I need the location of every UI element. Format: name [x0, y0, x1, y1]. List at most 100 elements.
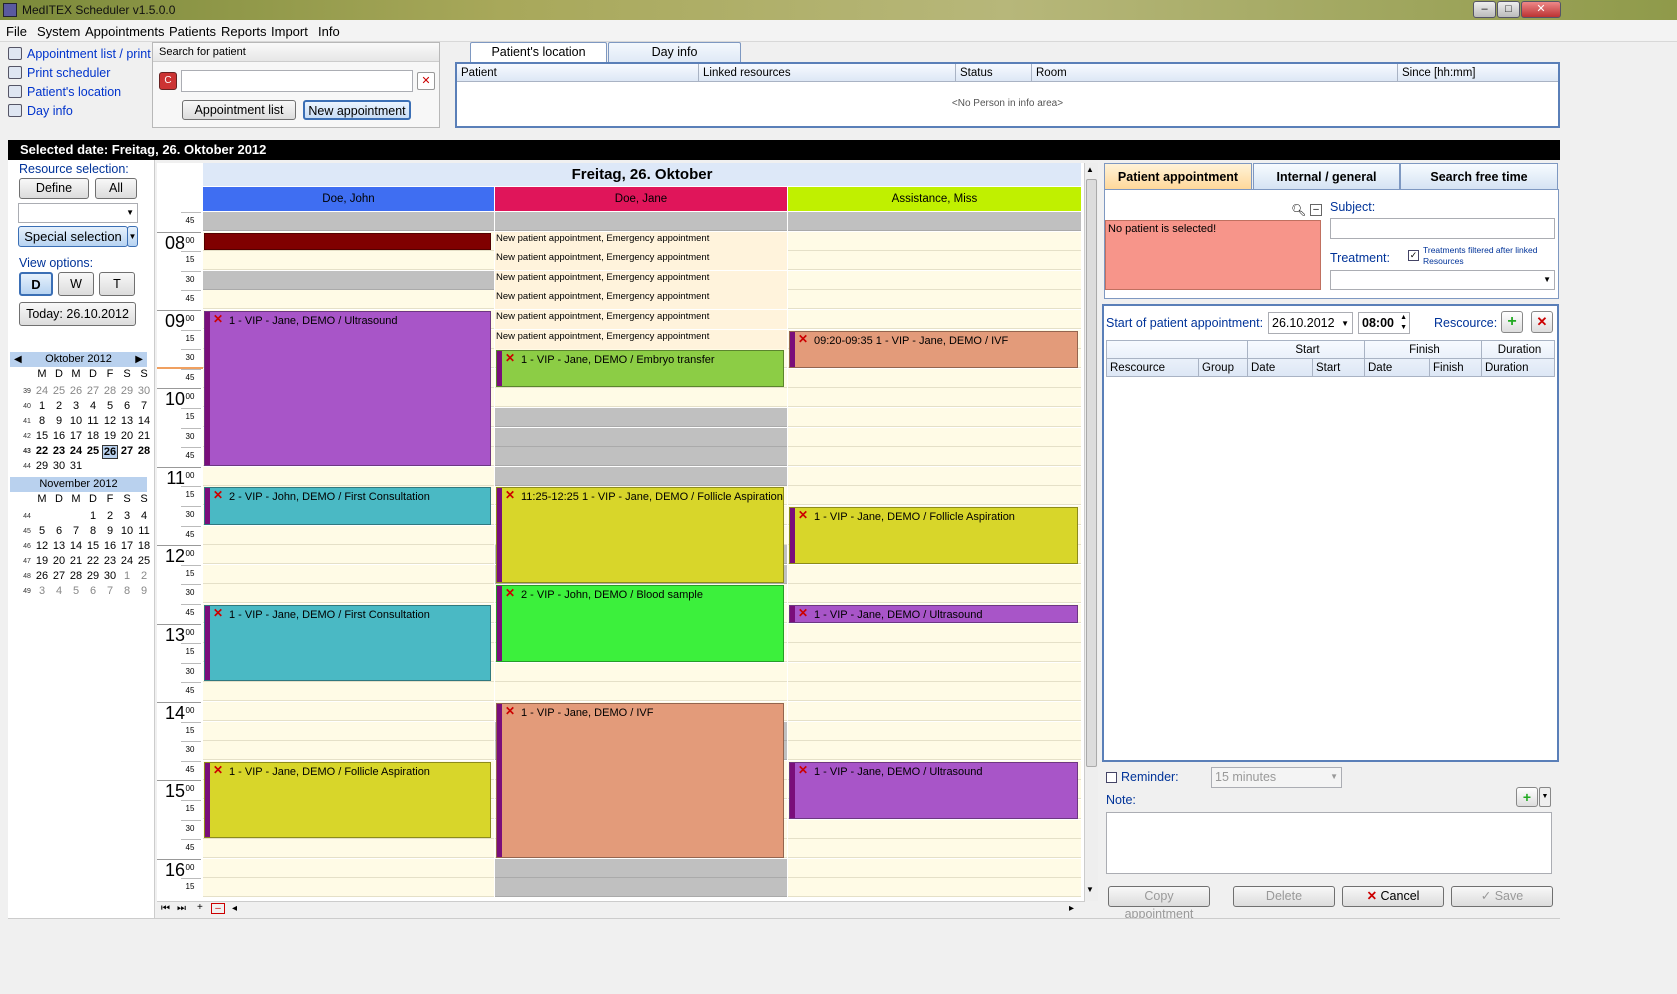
calendar-day[interactable]: 9: [136, 585, 152, 597]
calendar-day[interactable]: 29: [85, 570, 101, 582]
add-note-icon[interactable]: +: [1516, 787, 1538, 807]
menu-import[interactable]: Import: [271, 24, 308, 39]
calendar-day[interactable]: 17: [119, 540, 135, 552]
tab-internal-general[interactable]: Internal / general: [1253, 163, 1400, 189]
calendar-day[interactable]: 27: [119, 445, 135, 457]
appointment-block[interactable]: ✕ 1 - VIP - Jane, DEMO / Embryo transfer: [496, 350, 784, 388]
menu-file[interactable]: File: [6, 24, 27, 39]
appointment-block[interactable]: ✕ 1 - VIP - Jane, DEMO / Follicle Aspirat…: [204, 761, 491, 839]
time-slot[interactable]: [495, 878, 787, 898]
time-slot[interactable]: [203, 525, 494, 545]
save-button[interactable]: ✓ Save: [1451, 886, 1553, 907]
col-patient[interactable]: Patient: [457, 64, 699, 82]
appointment-block[interactable]: ✕ 1 - VIP - Jane, DEMO / Ultrasound: [789, 761, 1078, 819]
time-slot[interactable]: [788, 408, 1081, 427]
appointment-block[interactable]: ✕ 1 - VIP - Jane, DEMO / Ultrasound: [204, 311, 491, 466]
time-slot[interactable]: [788, 270, 1081, 290]
time-slot[interactable]: [788, 310, 1081, 329]
clear-search-icon[interactable]: ✕: [417, 72, 435, 90]
col-start-date[interactable]: Date: [1248, 359, 1313, 377]
calendar-day[interactable]: 15: [34, 430, 50, 442]
menu-patients[interactable]: Patients: [169, 24, 216, 39]
appointment-block[interactable]: ✕ 1 - VIP - Jane, DEMO / IVF: [496, 703, 784, 858]
scroll-up-icon[interactable]: ▲: [1086, 165, 1094, 174]
calendar-day[interactable]: 2: [51, 400, 67, 412]
nav-day-info[interactable]: Day info: [8, 104, 73, 122]
time-slot[interactable]: [203, 878, 494, 898]
time-slot[interactable]: [203, 702, 494, 721]
prev-month-icon[interactable]: ◀: [14, 352, 22, 367]
last-record-icon[interactable]: ⏭: [177, 903, 186, 914]
calendar-day[interactable]: 19: [102, 430, 118, 442]
note-textarea[interactable]: [1106, 812, 1552, 874]
calendar-day[interactable]: 3: [34, 585, 50, 597]
time-slot[interactable]: [495, 212, 787, 231]
time-slot[interactable]: [788, 643, 1081, 663]
calendar-day[interactable]: 3: [119, 510, 135, 522]
time-slot[interactable]: [203, 584, 494, 604]
calendar-day[interactable]: 27: [85, 385, 101, 397]
scroll-right-icon[interactable]: ▸: [1069, 903, 1074, 914]
calendar-day[interactable]: 2: [136, 570, 152, 582]
calendar-day[interactable]: 4: [85, 400, 101, 412]
time-slot[interactable]: [203, 545, 494, 565]
calendar-day[interactable]: 30: [102, 570, 118, 582]
col-duration[interactable]: Duration: [1482, 359, 1554, 377]
cancel-button[interactable]: ✕ Cancel: [1342, 886, 1444, 907]
calendar-day[interactable]: 30: [136, 385, 152, 397]
calendar-day[interactable]: 31: [68, 460, 84, 472]
col-linked-resources[interactable]: Linked resources: [699, 64, 956, 82]
treatment-dropdown[interactable]: ▼: [1330, 270, 1555, 290]
scroll-down-icon[interactable]: ▼: [1086, 885, 1094, 894]
time-slot[interactable]: [495, 662, 787, 682]
col-since[interactable]: Since [hh:mm]: [1398, 64, 1558, 82]
calendar-day[interactable]: 24: [68, 445, 84, 457]
calendar-day[interactable]: 12: [102, 415, 118, 427]
time-slot[interactable]: [788, 388, 1081, 408]
col-room[interactable]: Room: [1032, 64, 1398, 82]
magnifier-icon[interactable]: 🔍︎: [1291, 203, 1306, 217]
schedule-scrollbar[interactable]: ▲ ▼: [1084, 163, 1098, 901]
calendar-day[interactable]: 21: [68, 555, 84, 567]
copy-appointment-button[interactable]: Copy appointment: [1108, 886, 1210, 921]
calendar-day[interactable]: 4: [136, 510, 152, 522]
calendar-day[interactable]: 25: [51, 385, 67, 397]
collapse-icon[interactable]: –: [1310, 204, 1322, 216]
time-slot[interactable]: [203, 212, 494, 231]
calendar-day[interactable]: 28: [68, 570, 84, 582]
time-slot[interactable]: [788, 368, 1081, 388]
minimize-button[interactable]: –: [1473, 1, 1496, 18]
col-resource[interactable]: Rescource: [1107, 359, 1199, 377]
time-slot[interactable]: [203, 251, 494, 271]
calendar-day[interactable]: 7: [68, 525, 84, 537]
calendar-day[interactable]: 13: [51, 540, 67, 552]
time-slot[interactable]: [788, 447, 1081, 467]
col-finish-date[interactable]: Date: [1365, 359, 1430, 377]
time-slot[interactable]: [203, 858, 494, 878]
time-slot[interactable]: [788, 564, 1081, 584]
remove-resource-icon[interactable]: ✕: [1531, 311, 1553, 333]
view-week-button[interactable]: W: [58, 272, 94, 296]
time-slot[interactable]: [788, 251, 1081, 271]
time-slot[interactable]: [788, 231, 1081, 251]
special-selection-button[interactable]: Special selection: [18, 226, 128, 247]
maximize-button[interactable]: □: [1497, 1, 1520, 18]
calendar-day[interactable]: 18: [85, 430, 101, 442]
calendar-day[interactable]: 6: [51, 525, 67, 537]
remove-icon[interactable]: –: [211, 903, 225, 914]
tab-patients-location[interactable]: Patient's location: [470, 42, 607, 63]
appointment-block[interactable]: [204, 232, 491, 251]
add-resource-icon[interactable]: +: [1501, 311, 1523, 333]
calendar-day[interactable]: 25: [85, 445, 101, 457]
time-slot[interactable]: [788, 858, 1081, 878]
calendar-day[interactable]: 24: [119, 555, 135, 567]
time-slot[interactable]: [788, 212, 1081, 231]
subject-input[interactable]: [1330, 218, 1555, 239]
time-slot[interactable]: [788, 466, 1081, 486]
calendar-day[interactable]: 30: [51, 460, 67, 472]
calendar-day[interactable]: 22: [85, 555, 101, 567]
time-slot[interactable]: [788, 427, 1081, 447]
resource-header[interactable]: Doe, Jane: [495, 187, 787, 211]
calendar-day[interactable]: 26: [102, 445, 118, 459]
time-slot[interactable]: [495, 447, 787, 467]
